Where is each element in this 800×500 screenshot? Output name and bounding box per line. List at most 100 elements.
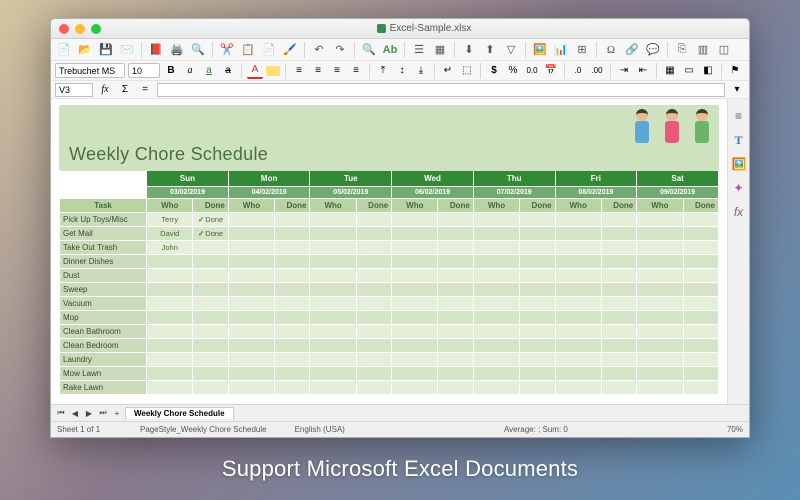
increase-indent-icon[interactable]: ⇥	[616, 63, 632, 79]
who-cell[interactable]	[392, 311, 438, 325]
decrease-indent-icon[interactable]: ⇤	[635, 63, 651, 79]
sum-icon[interactable]: Σ	[117, 82, 133, 98]
who-cell[interactable]	[637, 227, 683, 241]
done-cell[interactable]	[438, 213, 473, 227]
task-cell[interactable]: Sweep	[60, 283, 147, 297]
done-cell[interactable]	[683, 241, 719, 255]
done-cell[interactable]	[275, 339, 310, 353]
done-cell[interactable]	[601, 367, 636, 381]
done-cell[interactable]	[356, 227, 391, 241]
formula-input[interactable]	[157, 83, 725, 97]
formula-dropdown-icon[interactable]: ▾	[729, 82, 745, 98]
done-cell[interactable]	[520, 381, 555, 395]
who-cell[interactable]	[473, 241, 519, 255]
sidebar-navigator-icon[interactable]: ✦	[732, 181, 746, 195]
col-done[interactable]: Done	[193, 199, 228, 213]
who-cell[interactable]	[228, 353, 274, 367]
done-cell[interactable]	[438, 339, 473, 353]
done-cell[interactable]	[683, 311, 719, 325]
percent-icon[interactable]: %	[505, 63, 521, 79]
done-cell[interactable]: ✓Done	[193, 213, 228, 227]
done-cell[interactable]	[193, 241, 228, 255]
who-cell[interactable]	[392, 325, 438, 339]
done-cell[interactable]	[520, 213, 555, 227]
done-cell[interactable]	[438, 283, 473, 297]
formula-equals-icon[interactable]: =	[137, 82, 153, 98]
done-cell[interactable]	[520, 283, 555, 297]
who-cell[interactable]	[228, 339, 274, 353]
italic-icon[interactable]: a	[182, 63, 198, 79]
who-cell[interactable]	[147, 297, 193, 311]
find-icon[interactable]: 🔍	[360, 41, 378, 59]
done-cell[interactable]	[683, 255, 719, 269]
paste-icon[interactable]: 📄	[260, 41, 278, 59]
done-cell[interactable]	[356, 325, 391, 339]
done-cell[interactable]	[683, 339, 719, 353]
align-bottom-icon[interactable]: ⤓	[413, 63, 429, 79]
who-cell[interactable]	[555, 339, 601, 353]
sort-desc-icon[interactable]: ⬆	[481, 41, 499, 59]
who-cell[interactable]	[555, 283, 601, 297]
done-cell[interactable]	[193, 339, 228, 353]
col-who[interactable]: Who	[147, 199, 193, 213]
done-cell[interactable]	[356, 353, 391, 367]
who-cell[interactable]	[637, 269, 683, 283]
underline-icon[interactable]: a	[201, 63, 217, 79]
day-header[interactable]: Thu	[473, 171, 555, 187]
who-cell[interactable]	[555, 297, 601, 311]
done-cell[interactable]	[520, 311, 555, 325]
who-cell[interactable]	[637, 255, 683, 269]
who-cell[interactable]	[392, 297, 438, 311]
done-cell[interactable]	[193, 283, 228, 297]
task-cell[interactable]: Clean Bedroom	[60, 339, 147, 353]
export-pdf-icon[interactable]: 📕	[147, 41, 165, 59]
who-cell[interactable]	[637, 353, 683, 367]
done-cell[interactable]	[683, 297, 719, 311]
who-cell[interactable]	[473, 227, 519, 241]
done-cell[interactable]	[520, 241, 555, 255]
sidebar-gallery-icon[interactable]: 🖼️	[732, 157, 746, 171]
done-cell[interactable]	[438, 227, 473, 241]
done-cell[interactable]	[520, 227, 555, 241]
done-cell[interactable]	[193, 367, 228, 381]
who-cell[interactable]: David	[147, 227, 193, 241]
done-cell[interactable]	[193, 255, 228, 269]
done-cell[interactable]	[356, 297, 391, 311]
increase-decimal-icon[interactable]: .00	[589, 63, 605, 79]
who-cell[interactable]	[637, 339, 683, 353]
strikethrough-icon[interactable]: a	[220, 63, 236, 79]
who-cell[interactable]	[310, 297, 356, 311]
done-cell[interactable]	[438, 381, 473, 395]
who-cell[interactable]	[310, 241, 356, 255]
done-cell[interactable]	[683, 269, 719, 283]
autofilter-icon[interactable]: ▽	[502, 41, 520, 59]
decrease-decimal-icon[interactable]: .0	[570, 63, 586, 79]
conditional-format-icon[interactable]: ⚑	[727, 63, 743, 79]
redo-icon[interactable]: ↷	[331, 41, 349, 59]
done-cell[interactable]	[356, 311, 391, 325]
done-cell[interactable]	[438, 255, 473, 269]
who-cell[interactable]	[392, 269, 438, 283]
date-header[interactable]: 05/02/2019	[310, 187, 392, 199]
done-cell[interactable]	[683, 227, 719, 241]
done-cell[interactable]	[683, 213, 719, 227]
date-header[interactable]: 04/02/2019	[228, 187, 310, 199]
who-cell[interactable]	[473, 325, 519, 339]
done-cell[interactable]	[520, 255, 555, 269]
task-cell[interactable]: Dust	[60, 269, 147, 283]
print-preview-icon[interactable]: 🔍	[189, 41, 207, 59]
col-done[interactable]: Done	[275, 199, 310, 213]
done-cell[interactable]	[601, 255, 636, 269]
col-who[interactable]: Who	[473, 199, 519, 213]
who-cell[interactable]	[392, 381, 438, 395]
split-window-icon[interactable]: ◫	[715, 41, 733, 59]
align-right-icon[interactable]: ≡	[329, 63, 345, 79]
date-header[interactable]: 06/02/2019	[392, 187, 474, 199]
who-cell[interactable]	[555, 311, 601, 325]
who-cell[interactable]	[228, 241, 274, 255]
who-cell[interactable]	[473, 213, 519, 227]
date-header[interactable]: 03/02/2019	[147, 187, 229, 199]
align-left-icon[interactable]: ≡	[291, 63, 307, 79]
who-cell[interactable]	[392, 283, 438, 297]
who-cell[interactable]	[310, 269, 356, 283]
